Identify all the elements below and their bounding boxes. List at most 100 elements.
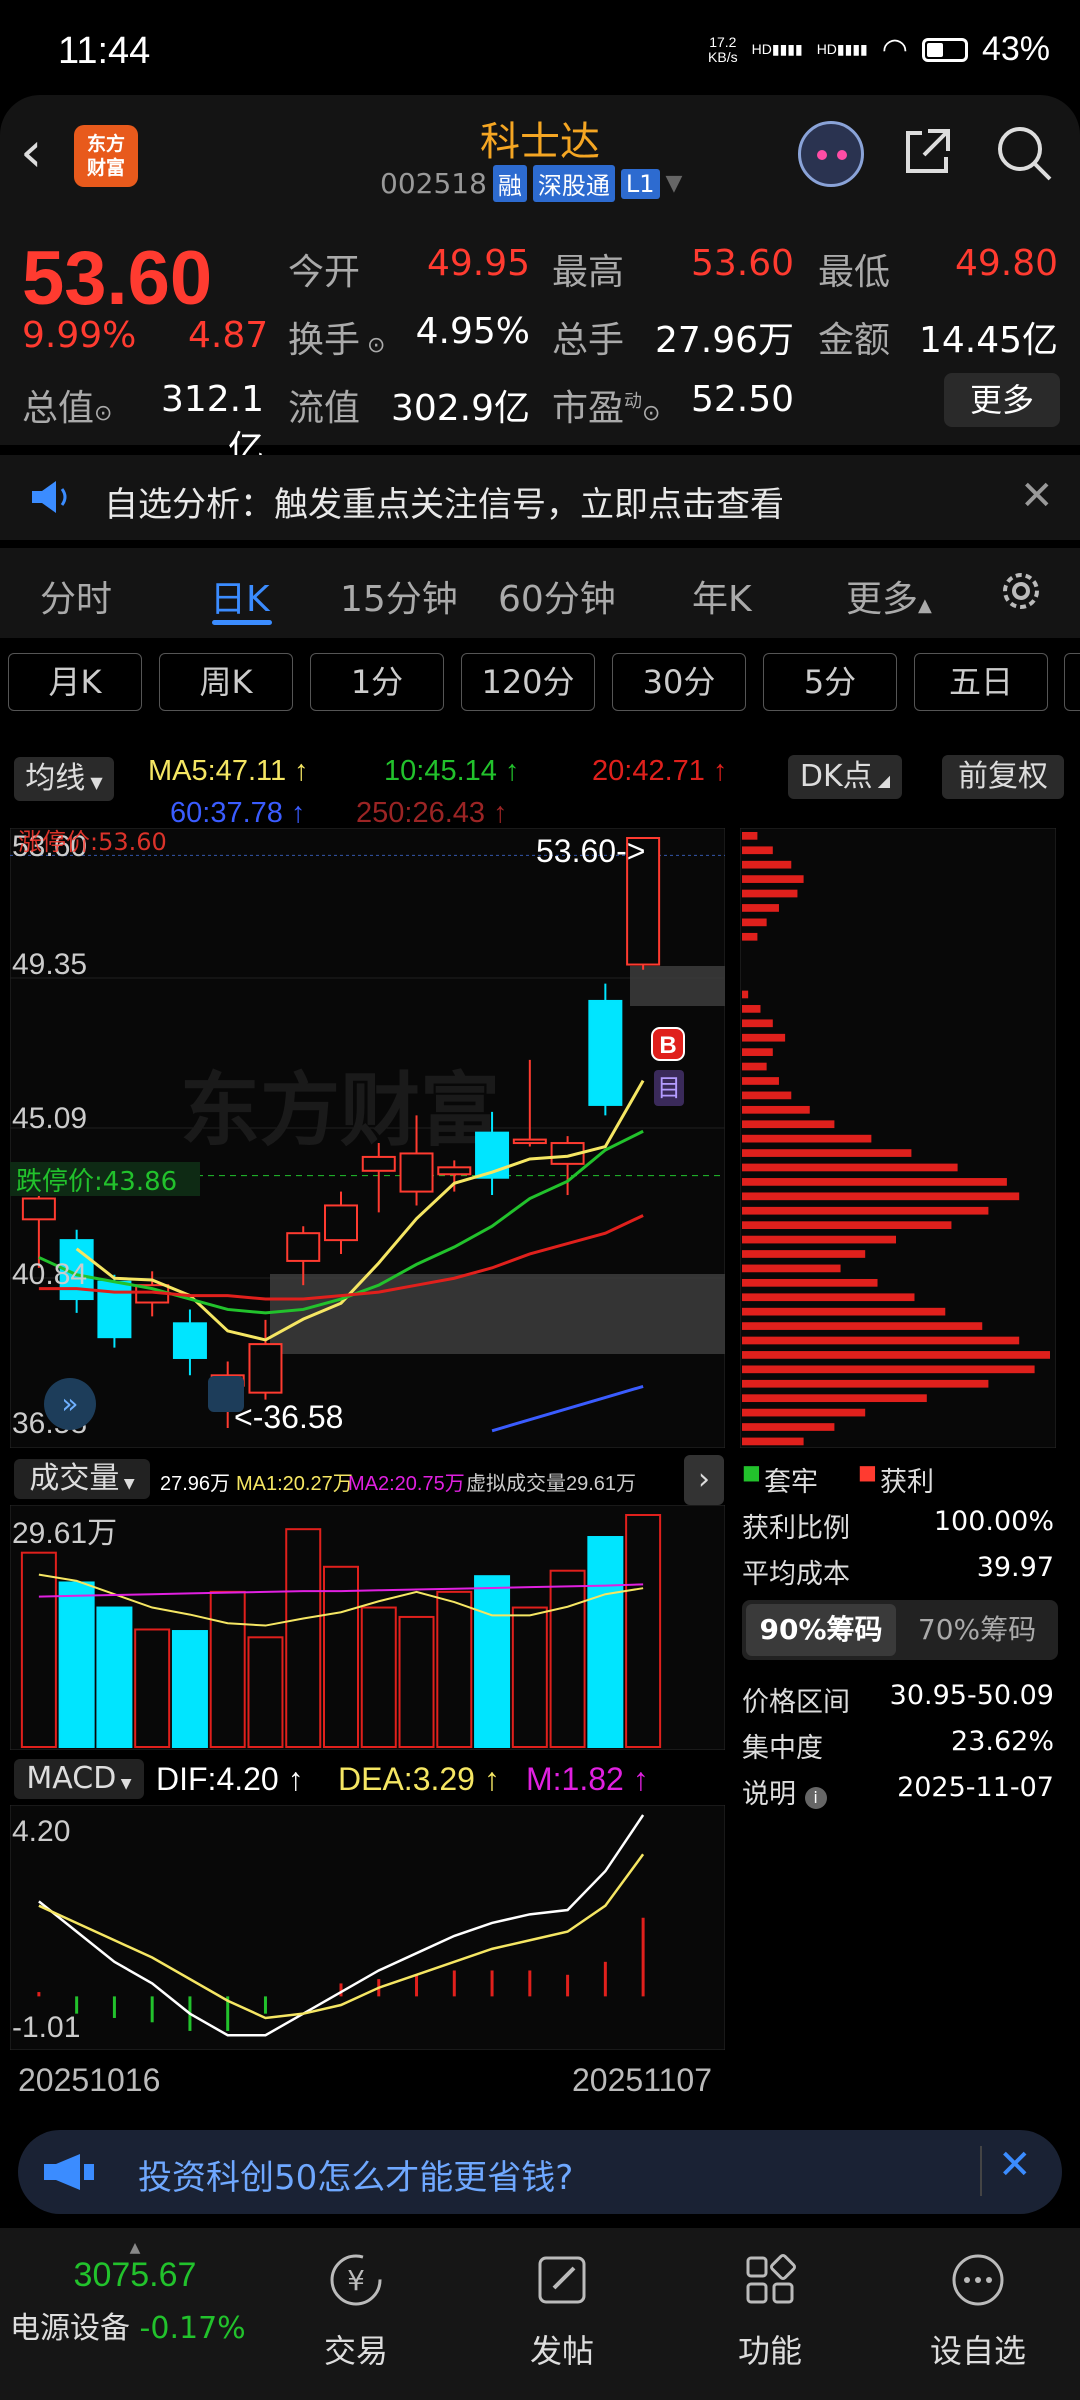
period-month[interactable]: 月K — [8, 653, 142, 711]
volume-selector[interactable]: 成交量 ▼ — [14, 1459, 150, 1499]
index-ticker[interactable]: ▲ 3075.67 电源设备 -0.17% — [10, 2240, 260, 2347]
chip-bar — [742, 1351, 1050, 1359]
chip-bar — [742, 1293, 915, 1302]
tab-15min[interactable]: 15分钟 — [340, 570, 458, 622]
amount-value: 14.45亿 — [918, 320, 1058, 361]
kline-chart[interactable]: 东方财富53.60涨停价:53.6049.3545.09跌停价:43.8640.… — [10, 828, 725, 1448]
margin-tag: 融 — [492, 165, 527, 202]
chip-bar — [742, 1379, 989, 1388]
high-value: 53.60 — [690, 243, 794, 284]
tab-underline — [212, 620, 272, 625]
period-1min[interactable]: 1分 — [310, 653, 444, 711]
nav-post[interactable]: 发帖 — [492, 2250, 632, 2372]
chip-bar — [742, 990, 749, 999]
candle-body — [248, 1343, 283, 1394]
period-5min[interactable]: 5分 — [763, 653, 897, 711]
volume-max-label: 29.61万 — [12, 1517, 117, 1550]
double-chevron-glyph: » — [61, 1387, 78, 1420]
trade-icon: ¥ — [330, 2254, 382, 2306]
close-icon[interactable]: ✕ — [1020, 473, 1054, 519]
share-icon[interactable] — [900, 125, 954, 179]
chip-bar — [742, 1394, 927, 1403]
quote-panel: 53.60 9.99% 4.87 今开 49.95 最高 53.60 最低 49… — [0, 215, 1080, 470]
amount-label: 金额 — [818, 320, 891, 361]
dk-point-button[interactable]: DK点 ◢ — [788, 755, 902, 799]
macd-chart: 4.20 -1.01 — [10, 1805, 725, 2050]
settings-gear-icon[interactable] — [996, 566, 1046, 616]
chart-tabs: 分时 日K 15分钟 60分钟 年K 更多▲ — [0, 548, 1080, 638]
tab-chip-70[interactable]: 70%筹码 — [902, 1604, 1052, 1656]
ma-selector[interactable]: 均线 ▼ — [14, 757, 114, 801]
bottom-nav: ▲ 3075.67 电源设备 -0.17% ¥ 交易 发帖 功能 设自选 — [0, 2228, 1080, 2400]
macd-m: M:1.82 ↑ — [526, 1761, 649, 1797]
edit-icon — [538, 2256, 586, 2304]
volume-bar — [96, 1606, 133, 1748]
search-icon[interactable] — [994, 123, 1054, 183]
low-value: 49.80 — [954, 243, 1058, 284]
volume-bar — [436, 1590, 473, 1748]
chip-bar — [742, 1120, 835, 1129]
network-speed: 17.2 KB/s — [708, 33, 738, 65]
more-button[interactable]: 更多 — [944, 373, 1060, 427]
tab-more[interactable]: 更多▲ — [846, 570, 932, 622]
volume-bar — [474, 1575, 511, 1748]
volume-bar — [625, 1514, 662, 1748]
chip-bar — [742, 1336, 1020, 1345]
tab-chip-90[interactable]: 90%筹码 — [746, 1604, 896, 1656]
analysis-text[interactable]: 自选分析：触发重点关注信号，立即点击查看 — [104, 477, 784, 526]
candle-body — [361, 1155, 396, 1172]
level-tag[interactable]: L1 — [620, 168, 660, 199]
high-label: 最高 — [552, 252, 625, 293]
macd-header: MACD ▼ DIF:4.20 ↑ DEA:3.29 ↑ M:1.82 ↑ — [10, 1755, 725, 1805]
chip-tabs: 90%筹码 70%筹码 — [742, 1600, 1058, 1660]
chip-bar — [742, 1005, 761, 1013]
volume-bar — [247, 1636, 284, 1748]
analysis-banner[interactable]: 自选分析：触发重点关注信号，立即点击查看 ✕ — [0, 455, 1080, 540]
adjust-button[interactable]: 前复权 — [942, 755, 1064, 799]
ad-banner[interactable]: 投资科创50怎么才能更省钱? ✕ — [18, 2130, 1062, 2214]
chevron-right-icon[interactable]: › — [684, 1455, 724, 1505]
nav-trade[interactable]: ¥ 交易 — [286, 2250, 426, 2372]
chip-bar — [742, 1278, 878, 1287]
candle-body — [512, 1138, 547, 1145]
chip-bar — [742, 1250, 866, 1258]
macd-y-top: 4.20 — [12, 1815, 70, 1848]
ma-legend: 均线 ▼ MA5:47.11 ↑ 10:45.14 ↑ 20:42.71 ↑ 6… — [0, 745, 1080, 835]
nav-functions[interactable]: 功能 — [700, 2250, 840, 2372]
megaphone-icon — [44, 2154, 94, 2190]
volume-bar — [398, 1615, 435, 1748]
assistant-robot-icon[interactable] — [798, 121, 864, 187]
period-week[interactable]: 周K — [159, 653, 293, 711]
float-label: 流值 — [288, 388, 361, 429]
volume-bar — [58, 1581, 95, 1748]
tab-year-k[interactable]: 年K — [692, 570, 752, 622]
volume-value: 27.96万 — [654, 320, 794, 361]
chip-bar — [742, 1206, 989, 1215]
period-30min[interactable]: 30分 — [612, 653, 746, 711]
close-icon[interactable]: ✕ — [998, 2142, 1032, 2188]
volume-ma1: MA1:20.27万 — [236, 1473, 353, 1495]
volume-chart: 29.61万 — [10, 1505, 725, 1750]
period-buttons: 月K 周K 1分 120分 30分 5分 五日 — [0, 645, 1080, 725]
chip-bar — [742, 1033, 786, 1042]
battery-icon — [921, 37, 968, 62]
period-120min[interactable]: 120分 — [461, 653, 595, 711]
period-5day[interactable]: 五日 — [914, 653, 1048, 711]
svg-text:¥: ¥ — [347, 2264, 365, 2297]
tab-intraday[interactable]: 分时 — [40, 570, 112, 622]
chip-bar — [742, 860, 792, 869]
chip-bar — [742, 1192, 1020, 1201]
ad-text[interactable]: 投资科创50怎么才能更省钱? — [138, 2150, 573, 2199]
tab-60min[interactable]: 60分钟 — [498, 570, 616, 622]
dropdown-icon[interactable]: ▼ — [666, 171, 683, 196]
tab-daily-k[interactable]: 日K — [210, 570, 270, 622]
limit-up-label: 涨停价:53.60 — [18, 828, 167, 856]
y-axis-2: 49.35 — [12, 948, 87, 981]
period-overflow[interactable] — [1064, 653, 1080, 711]
macd-selector[interactable]: MACD ▼ — [14, 1759, 144, 1799]
chip-bar — [742, 1149, 912, 1157]
limit-down-label: 跌停价:43.86 — [16, 1167, 177, 1197]
chip-bar — [742, 875, 804, 883]
nav-watchlist[interactable]: 设自选 — [908, 2250, 1048, 2372]
low-marker: <-36.58 — [234, 1399, 343, 1435]
